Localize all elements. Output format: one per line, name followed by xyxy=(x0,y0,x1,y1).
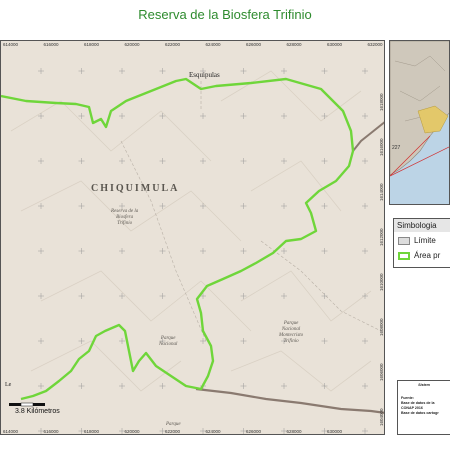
source-heading: Sistem xyxy=(418,383,430,387)
x-tick-label-top: 632000 xyxy=(367,42,383,47)
park-bottom-label: Parque xyxy=(166,422,181,427)
legend-item-label: Límite xyxy=(414,236,436,245)
y-tick-label-right: 1610000 xyxy=(379,273,384,291)
corner-label: Le xyxy=(5,382,12,388)
inset-label: 227 xyxy=(392,145,401,151)
main-map[interactable]: CHIQUIMULA Esquipulas Reserva de la Bios… xyxy=(0,40,385,435)
x-tick-label-bottom: 620000 xyxy=(124,429,140,434)
town-label-esquipulas: Esquipulas xyxy=(189,71,220,79)
y-tick-label-right: 1604000 xyxy=(379,408,384,426)
park-montecristo-label: Parque Nacional Montecristo Trifinio xyxy=(279,321,303,345)
y-tick-label-right: 1614000 xyxy=(379,183,384,201)
x-tick-label-top: 622000 xyxy=(165,42,181,47)
map-title: Reserva de la Biosfera Trifinio xyxy=(138,7,312,22)
source-info-box: Sistem Fuente: Base de datos de la CONAP… xyxy=(397,380,450,435)
y-tick-label-right: 1616000 xyxy=(379,138,384,156)
park-label-line-4: Trifinio xyxy=(283,339,299,344)
department-label: CHIQUIMULA xyxy=(91,183,180,194)
x-tick-label-bottom: 624000 xyxy=(205,429,221,434)
x-tick-label-bottom: 626000 xyxy=(246,429,262,434)
gray-box-icon xyxy=(398,237,410,245)
reserve-label-line-3: Trifinio xyxy=(117,221,133,226)
x-tick-label-top: 630000 xyxy=(327,42,343,47)
legend: Simbologia Límite Área pr xyxy=(393,218,450,268)
legend-item-label: Área pr xyxy=(414,251,441,260)
x-tick-label-top: 626000 xyxy=(246,42,262,47)
main-map-canvas xyxy=(1,41,384,434)
scale-label: 3.8 Kilómetros xyxy=(15,408,60,415)
reserve-area-label: Reserva de la Biosfera Trifinio xyxy=(111,209,138,227)
x-tick-label-bottom: 628000 xyxy=(286,429,302,434)
green-outline-box-icon xyxy=(398,252,410,260)
x-tick-label-top: 614000 xyxy=(3,42,19,47)
y-tick-label-right: 1608000 xyxy=(379,318,384,336)
x-tick-label-top: 624000 xyxy=(205,42,221,47)
x-tick-label-top: 616000 xyxy=(43,42,59,47)
x-tick-label-bottom: 616000 xyxy=(43,429,59,434)
scale-bar xyxy=(9,402,45,407)
x-tick-label-bottom: 614000 xyxy=(3,429,19,434)
inset-canvas xyxy=(390,41,449,204)
x-tick-label-top: 618000 xyxy=(84,42,100,47)
x-tick-label-top: 620000 xyxy=(124,42,140,47)
source-line: Base de datos cartogr xyxy=(401,411,439,415)
locator-inset-map[interactable]: 227 xyxy=(389,40,450,205)
x-tick-label-bottom: 630000 xyxy=(327,429,343,434)
y-tick-label-right: 1606000 xyxy=(379,363,384,381)
park-south-label: Parque Nacional xyxy=(159,336,177,348)
x-tick-label-top: 628000 xyxy=(286,42,302,47)
park-south-line-2: Nacional xyxy=(159,342,178,347)
y-tick-label-right: 1618000 xyxy=(379,93,384,111)
legend-title: Simbologia xyxy=(394,219,450,232)
x-tick-label-bottom: 618000 xyxy=(84,429,100,434)
y-tick-label-right: 1612000 xyxy=(379,228,384,246)
x-tick-label-bottom: 622000 xyxy=(165,429,181,434)
